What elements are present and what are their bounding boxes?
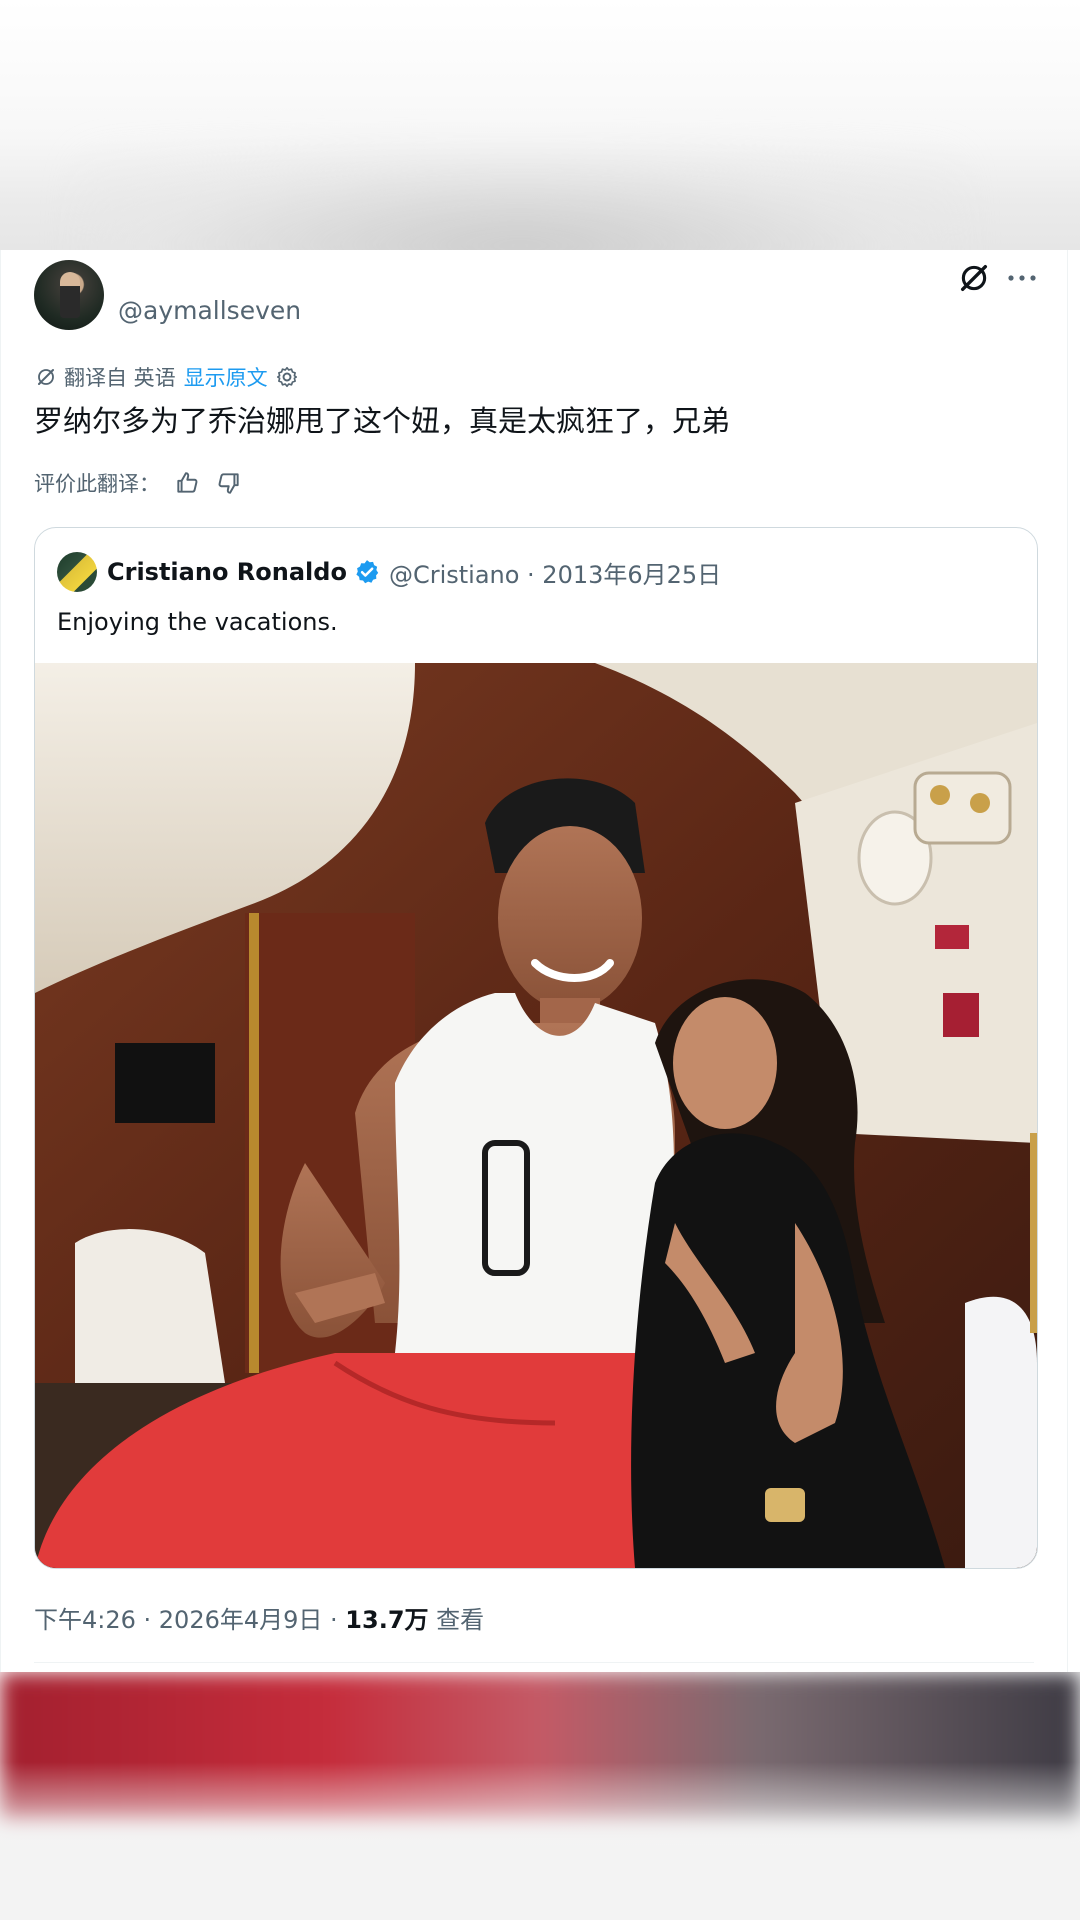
divider <box>34 1662 1034 1663</box>
blurred-background-shape <box>80 150 960 250</box>
grok-icon[interactable] <box>956 260 992 296</box>
quoted-post-header: Cristiano Ronaldo @Cristiano · 2013年6月25… <box>57 550 721 594</box>
views-label: 查看 <box>428 1606 485 1634</box>
blurred-header-region <box>0 0 1080 250</box>
translation-bar: 翻译自 英语 显示原文 <box>34 360 300 394</box>
translation-source-label: 翻译自 英语 <box>64 366 176 390</box>
more-dots-glyph <box>1008 275 1036 281</box>
photo-illustration <box>35 663 1037 1568</box>
grok-icon-glyph <box>960 264 988 292</box>
quoted-post[interactable]: Cristiano Ronaldo @Cristiano · 2013年6月25… <box>34 527 1038 1569</box>
quoted-post-photo[interactable] <box>35 663 1037 1568</box>
post-timestamp[interactable]: 下午4:26 · 2026年4月9日 · <box>34 1606 345 1634</box>
more-icon[interactable] <box>1004 260 1040 296</box>
views-count: 13.7万 <box>345 1606 429 1634</box>
post-text: 罗纳尔多为了乔治娜甩了这个妞，真是太疯狂了，兄弟 <box>34 404 731 438</box>
thumbs-down-glyph <box>218 473 239 494</box>
post-timestamp-row: 下午4:26 · 2026年4月9日 · 13.7万 查看 <box>34 1600 484 1635</box>
quoted-author-avatar[interactable] <box>57 552 97 592</box>
quoted-author-name[interactable]: Cristiano Ronaldo <box>107 558 347 586</box>
quoted-post-text: Enjoying the vacations. <box>57 608 338 636</box>
show-original-link[interactable]: 显示原文 <box>184 362 268 392</box>
thumbs-down-icon[interactable] <box>214 468 244 498</box>
quoted-post-meta: @Cristiano · 2013年6月25日 <box>388 560 722 589</box>
blurred-footer-region <box>0 1672 1080 1920</box>
verified-badge-glyph <box>356 560 379 584</box>
avatar-figure <box>60 272 80 318</box>
translate-icon <box>38 369 54 385</box>
rate-translation-row: 评价此翻译： <box>34 466 244 500</box>
author-avatar[interactable] <box>34 260 104 330</box>
thumbs-up-icon[interactable] <box>172 468 202 498</box>
thumbs-up-glyph <box>177 472 198 493</box>
blurred-fade <box>0 1762 1080 1920</box>
verified-badge-icon <box>353 558 381 586</box>
author-handle[interactable]: @aymallseven <box>118 296 301 325</box>
rate-translation-label: 评价此翻译： <box>34 472 160 496</box>
gear-icon[interactable] <box>274 364 300 390</box>
